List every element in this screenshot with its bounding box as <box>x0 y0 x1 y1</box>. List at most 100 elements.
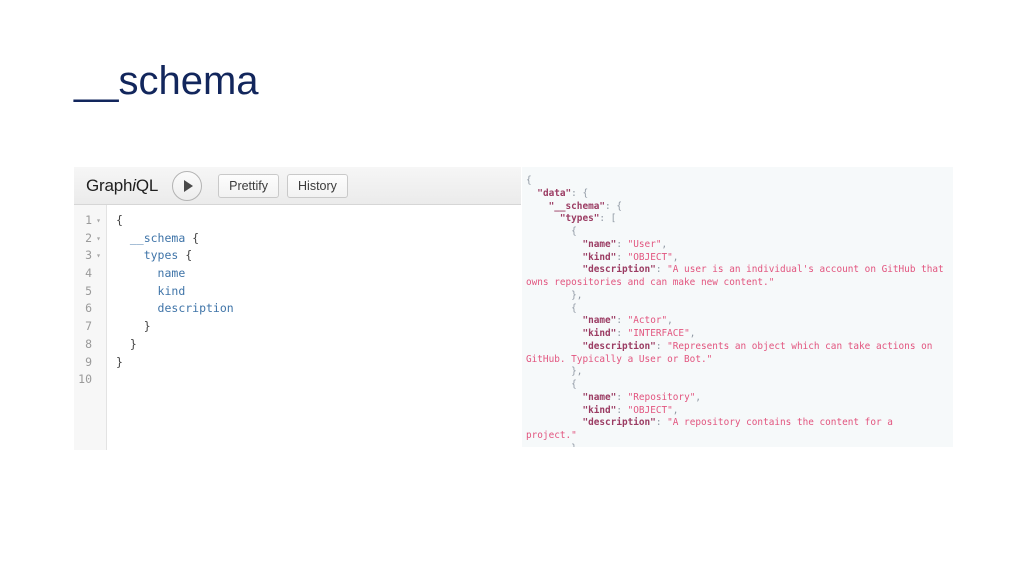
token-field: types <box>143 248 179 263</box>
json-punct <box>526 252 582 263</box>
logo-text-suffix: QL <box>135 175 159 195</box>
json-punct: : <box>616 328 628 339</box>
json-punct <box>526 392 582 403</box>
json-punct: : <box>616 315 628 327</box>
query-code-line: } <box>116 354 521 372</box>
gutter-line: 5▾ <box>74 283 106 301</box>
json-str: "Repository" <box>627 391 696 403</box>
json-key: "data" <box>537 187 572 199</box>
json-punct <box>526 315 582 326</box>
editor-gutter: 1▾2▾3▾4▾5▾6▾7▾8▾9▾10▾ <box>74 205 107 450</box>
json-punct: , <box>667 315 673 327</box>
result-code-line: "name": "Repository", <box>526 392 949 405</box>
json-punct: , <box>672 404 679 416</box>
token-punct: { <box>116 213 123 227</box>
chevron-down-icon[interactable]: ▾ <box>94 252 103 260</box>
json-punct <box>526 213 560 224</box>
graphiql-window: GraphiQL Prettify History 1▾2▾3▾4▾5▾6▾7▾… <box>74 167 521 450</box>
json-punct: : { <box>571 187 589 199</box>
gutter-line: 10▾ <box>74 371 106 389</box>
gutter-line: 3 ▾ <box>74 247 106 265</box>
result-code-line: "name": "User", <box>526 239 949 252</box>
result-code-line: "kind": "OBJECT", <box>526 405 949 418</box>
gutter-line: 4▾ <box>74 265 106 283</box>
line-number: 7 <box>85 319 92 334</box>
gutter-line: 8▾ <box>74 336 106 354</box>
result-code-line: { <box>526 379 949 392</box>
query-code-line: { <box>116 212 521 230</box>
chevron-down-icon[interactable]: ▾ <box>94 234 103 243</box>
json-key: "name" <box>582 238 617 250</box>
json-key: "description" <box>582 417 656 429</box>
json-key: "name" <box>582 315 617 327</box>
line-number: 10 <box>78 372 92 387</box>
json-punct: , <box>689 328 696 339</box>
json-punct: : [ <box>599 213 617 225</box>
result-code-line: }, <box>526 366 949 379</box>
query-code-line: description <box>116 300 521 318</box>
json-key: "kind" <box>582 251 617 263</box>
chevron-down-icon[interactable]: ▾ <box>94 216 103 225</box>
line-number: 9 <box>85 354 92 369</box>
history-button[interactable]: History <box>287 173 348 198</box>
page-title: __schema <box>74 59 259 103</box>
json-key: "description" <box>582 340 656 352</box>
token-punct <box>116 301 158 315</box>
result-code-line: "kind": "INTERFACE", <box>526 328 949 341</box>
json-punct: , <box>695 391 702 403</box>
query-code-line: } <box>116 318 521 336</box>
json-punct: { <box>526 175 532 186</box>
line-number: 2 <box>85 230 92 245</box>
json-punct <box>526 264 582 275</box>
editor-code-area[interactable]: { __schema { types { name kind descripti… <box>107 205 521 450</box>
line-number: 8 <box>85 336 92 351</box>
result-code-line: { <box>526 175 949 188</box>
token-field: kind <box>157 283 186 298</box>
token-punct <box>116 266 158 280</box>
token-field: description <box>157 301 234 316</box>
json-punct: : <box>616 251 628 263</box>
json-punct: { <box>526 226 577 237</box>
result-code-line: { <box>526 303 949 316</box>
json-punct: : { <box>605 200 622 212</box>
json-punct: : <box>616 404 628 416</box>
json-punct <box>526 328 582 339</box>
result-code-line: }, <box>526 290 949 303</box>
json-punct: { <box>526 302 577 314</box>
token-punct: { <box>178 248 193 263</box>
query-code-line: __schema { <box>116 230 521 248</box>
query-result-panel[interactable]: { "data": { "__schema": { "types": [ { "… <box>522 167 953 447</box>
query-code-line: } <box>116 336 521 354</box>
execute-query-button[interactable] <box>172 170 203 201</box>
json-punct <box>526 417 582 428</box>
line-number: 3 <box>85 248 92 263</box>
token-punct <box>116 231 130 245</box>
json-punct <box>526 239 582 250</box>
json-key: "description" <box>582 264 656 276</box>
json-punct <box>526 201 549 212</box>
json-str: "User" <box>627 238 662 250</box>
line-number: 4 <box>85 266 92 281</box>
json-punct: , <box>672 251 679 263</box>
json-punct: }, <box>526 366 583 378</box>
result-json-code: { "data": { "__schema": { "types": [ { "… <box>526 175 949 447</box>
result-code-line: "__schema": { <box>526 201 949 214</box>
json-str: "OBJECT" <box>627 251 673 263</box>
json-punct: , <box>661 238 668 250</box>
json-str: "INTERFACE" <box>627 328 690 339</box>
result-code-line: "description": "A user is an individual'… <box>526 264 949 290</box>
token-punct: } <box>116 354 123 369</box>
json-str: "Actor" <box>627 315 668 327</box>
line-number: 5 <box>85 283 92 298</box>
prettify-button[interactable]: Prettify <box>218 173 280 198</box>
query-code-line <box>116 371 521 389</box>
json-punct: : <box>616 391 628 403</box>
line-number: 6 <box>85 301 92 316</box>
gutter-line: 6▾ <box>74 300 106 318</box>
result-code-line: "name": "Actor", <box>526 315 949 328</box>
gutter-line: 7▾ <box>74 318 106 336</box>
json-punct: : <box>655 264 668 276</box>
graphiql-toolbar: GraphiQL Prettify History <box>74 167 521 205</box>
query-editor[interactable]: 1▾2▾3▾4▾5▾6▾7▾8▾9▾10▾ { __schema { types… <box>74 205 521 450</box>
result-code-line: }, <box>526 443 949 447</box>
